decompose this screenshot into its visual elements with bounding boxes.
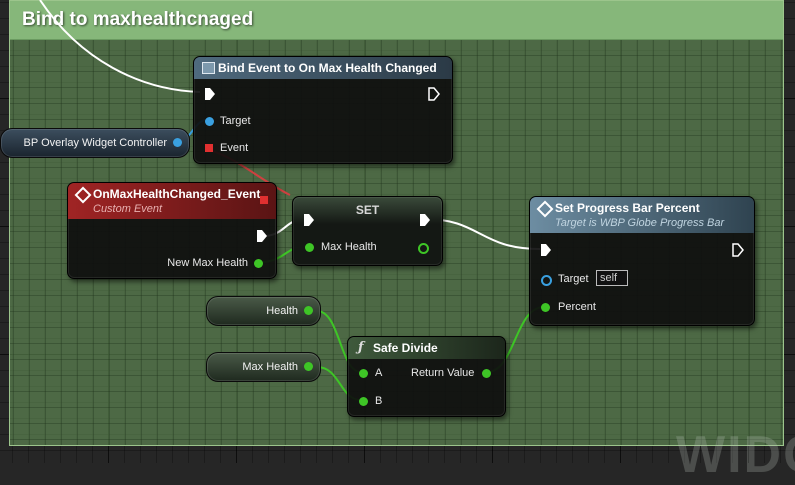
controller-variable-label: BP Overlay Widget Controller <box>23 137 167 149</box>
set-max-health-out-pin[interactable] <box>418 243 429 254</box>
controller-output-pin[interactable] <box>173 138 182 147</box>
set-max-health-label: Max Health <box>321 241 377 253</box>
safe-divide-b-label: B <box>375 395 383 407</box>
bind-event-node[interactable]: Bind Event to On Max Health Changed Targ… <box>193 56 453 164</box>
set-exec-in[interactable] <box>303 213 315 227</box>
set-progress-header: Set Progress Bar Percent Target is WBP G… <box>530 197 754 233</box>
safe-divide-return-label: Return Value <box>411 367 475 379</box>
set-progress-subtitle: Target is WBP Globe Progress Bar <box>555 217 725 229</box>
safe-divide-title: Safe Divide <box>373 341 438 355</box>
safe-divide-node[interactable]: ƒ Safe Divide A Return Value B <box>347 336 506 417</box>
new-max-health-label: New Max Health <box>167 257 248 269</box>
progress-target-pin[interactable] <box>541 275 552 286</box>
exec-out-pin[interactable] <box>428 87 440 101</box>
custom-event-exec-out[interactable] <box>256 229 268 243</box>
safe-divide-a-pin[interactable] <box>359 369 368 378</box>
health-variable-label: Health <box>266 305 298 317</box>
progress-percent-label: Percent <box>558 301 596 313</box>
custom-event-header: OnMaxHealthChanged_Event Custom Event <box>68 183 276 219</box>
progress-exec-out[interactable] <box>732 243 744 257</box>
progress-target-self-field[interactable]: self <box>596 270 628 286</box>
custom-event-title: OnMaxHealthChanged_Event <box>93 187 261 201</box>
event-label: Event <box>220 142 249 154</box>
delegate-output-pin[interactable] <box>260 196 268 204</box>
bind-event-title: Bind Event to On Max Health Changed <box>218 61 437 75</box>
function-f-icon: ƒ <box>358 340 364 355</box>
set-exec-out[interactable] <box>419 213 431 227</box>
safe-divide-return-pin[interactable] <box>482 369 491 378</box>
set-max-health-in-pin[interactable] <box>305 243 314 252</box>
controller-variable-node[interactable]: BP Overlay Widget Controller <box>0 128 190 158</box>
event-diamond-icon <box>74 186 92 204</box>
set-progress-node[interactable]: Set Progress Bar Percent Target is WBP G… <box>529 196 755 326</box>
set-progress-title: Set Progress Bar Percent <box>555 201 700 215</box>
progress-exec-in[interactable] <box>540 243 552 257</box>
safe-divide-a-label: A <box>375 367 383 379</box>
progress-percent-pin[interactable] <box>541 303 550 312</box>
custom-event-subtitle: Custom Event <box>93 203 163 215</box>
target-pin[interactable] <box>205 117 214 126</box>
safe-divide-header: ƒ Safe Divide <box>348 337 505 359</box>
set-progress-diamond-icon <box>536 200 554 218</box>
max-health-variable-label: Max Health <box>242 361 298 373</box>
event-pin[interactable] <box>205 144 213 152</box>
custom-event-node[interactable]: OnMaxHealthChanged_Event Custom Event Ne… <box>67 182 277 279</box>
progress-target-label: Target <box>558 273 589 285</box>
exec-in-pin[interactable] <box>204 87 216 101</box>
function-icon <box>202 62 215 74</box>
set-node[interactable]: SET Max Health <box>292 196 443 266</box>
safe-divide-b-pin[interactable] <box>359 397 368 406</box>
health-variable-node[interactable]: Health <box>206 296 321 326</box>
max-health-variable-node[interactable]: Max Health <box>206 352 321 382</box>
max-health-output-pin[interactable] <box>304 362 313 371</box>
health-output-pin[interactable] <box>304 306 313 315</box>
graph-watermark: WIDG <box>676 426 795 484</box>
target-label: Target <box>220 115 251 127</box>
bind-event-header: Bind Event to On Max Health Changed <box>194 57 452 79</box>
exec-wire-in <box>39 0 201 93</box>
new-max-health-pin[interactable] <box>254 259 263 268</box>
